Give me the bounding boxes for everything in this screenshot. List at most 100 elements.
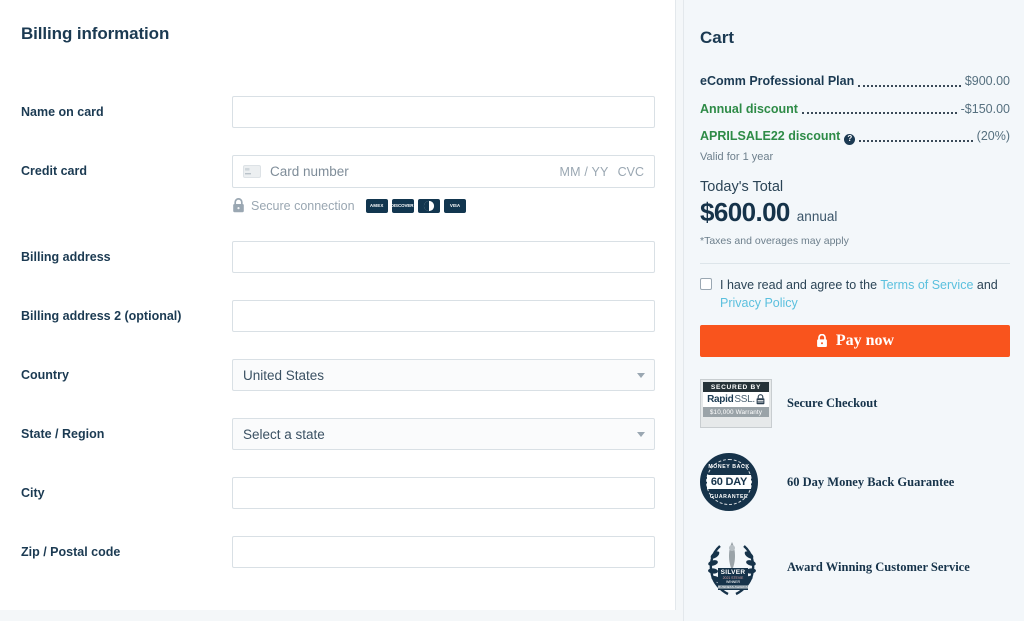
field-name-on-card: Name on card — [0, 96, 676, 128]
list-item: eComm Professional Plan $900.00 — [700, 74, 1010, 90]
stevie-award-icon: SILVER 2021 STEVIE WINNER BUSINESS AWARD… — [700, 536, 764, 598]
label-city: City — [21, 486, 45, 500]
control-billing-address-2 — [232, 300, 655, 332]
state-select[interactable]: Select a state — [232, 418, 655, 450]
list-item: APRILSALE22 discount ? (20%) — [700, 129, 1010, 145]
card-expiry-placeholder: MM / YY — [559, 164, 609, 179]
country-select-value: United States — [232, 359, 655, 391]
control-zip-postal-code — [232, 536, 655, 568]
country-select[interactable]: United States — [232, 359, 655, 391]
card-cvc-placeholder: CVC — [617, 164, 644, 179]
badge-secure-checkout: SECURED BY Rapid SSL. $10,000 Warranty S… — [700, 379, 1010, 429]
card-brand-list: AMEX DISCOVER VISA — [365, 198, 466, 213]
terms-prefix: I have read and agree to the — [720, 277, 881, 292]
line-item-name: Annual discount — [700, 101, 798, 116]
rapidssl-top-text: SECURED BY — [703, 382, 769, 393]
total-period: annual — [796, 208, 838, 224]
credit-card-input[interactable]: Card number MM / YY CVC — [232, 155, 655, 188]
line-item-value: $900.00 — [964, 74, 1010, 88]
terms-text: I have read and agree to the Terms of Se… — [720, 276, 1010, 312]
state-select-value: Select a state — [232, 418, 655, 450]
control-country: United States — [232, 359, 655, 391]
rapidssl-brand-light: SSL. — [734, 394, 755, 406]
line-item-value: -$150.00 — [960, 101, 1010, 116]
chevron-down-icon — [637, 432, 645, 437]
leader-dots — [858, 84, 961, 87]
trust-badges: SECURED BY Rapid SSL. $10,000 Warranty S… — [700, 379, 1010, 598]
line-item-value: (20%) — [976, 129, 1010, 144]
badge-art: SECURED BY Rapid SSL. $10,000 Warranty — [700, 379, 772, 429]
amex-icon-label: AMEX — [369, 202, 384, 209]
billing-address-2-input[interactable] — [232, 300, 655, 332]
badge-art: SILVER 2021 STEVIE WINNER BUSINESS AWARD… — [700, 536, 772, 598]
badge-label: 60 Day Money Back Guarantee — [787, 474, 955, 489]
rapidssl-bottom-text: $10,000 Warranty — [703, 407, 769, 418]
stevie-tier: SILVER — [720, 569, 746, 577]
line-item-name: eComm Professional Plan — [700, 74, 855, 88]
line-item-subtext: Valid for 1 year — [700, 150, 774, 163]
diners-club-icon — [417, 198, 440, 213]
leader-dots — [801, 112, 957, 115]
label-billing-address: Billing address — [21, 250, 111, 264]
visa-icon-label: VISA — [449, 202, 460, 209]
checkout-page: Billing information Name on card Credit … — [0, 0, 1024, 621]
leader-dots — [859, 139, 973, 142]
stevie-plate: SILVER 2021 STEVIE WINNER BUSINESS AWARD… — [718, 568, 748, 591]
lock-icon — [233, 198, 244, 213]
control-state-region: Select a state — [232, 418, 655, 450]
billing-form-panel: Billing information Name on card Credit … — [0, 0, 676, 610]
field-zip-postal-code: Zip / Postal code — [0, 536, 676, 568]
zip-postal-code-input[interactable] — [232, 536, 655, 568]
privacy-policy-link[interactable]: Privacy Policy — [720, 296, 798, 310]
billing-address-input[interactable] — [232, 241, 655, 273]
card-number-placeholder: Card number — [270, 164, 349, 179]
label-country: Country — [21, 368, 69, 382]
rapidssl-icon: SECURED BY Rapid SSL. $10,000 Warranty — [700, 379, 772, 429]
field-country: Country United States — [0, 359, 676, 391]
padlock-icon — [756, 394, 765, 405]
label-name-on-card: Name on card — [21, 105, 104, 119]
page-title: Billing information — [21, 24, 170, 43]
seal-bottom-text: GUARANTEE — [709, 494, 749, 501]
field-billing-address-2: Billing address 2 (optional) — [0, 300, 676, 332]
visa-icon: VISA — [443, 198, 466, 213]
total-amount: $600.00 — [700, 196, 790, 227]
chevron-down-icon — [637, 373, 645, 378]
badge-money-back: MONEY BACK 60 DAY GUARANTEE 60 Day Money… — [700, 453, 1010, 512]
badge-art: MONEY BACK 60 DAY GUARANTEE — [700, 453, 772, 512]
seal-band-text: 60 DAY — [706, 475, 752, 490]
total-label: Today's Total — [700, 178, 784, 195]
field-credit-card: Credit card Card number MM / YY CVC Secu… — [0, 155, 676, 213]
terms-of-service-link[interactable]: Terms of Service — [880, 278, 973, 292]
total-note: *Taxes and overages may apply — [700, 234, 849, 247]
control-credit-card: Card number MM / YY CVC — [232, 155, 655, 188]
terms-middle: and — [973, 277, 998, 292]
cart-panel: Cart eComm Professional Plan $900.00 Ann… — [683, 0, 1024, 621]
stevie-line4: BUSINESS AWARDS — [718, 585, 748, 590]
control-city — [232, 477, 655, 509]
amex-icon: AMEX — [365, 198, 388, 213]
list-item: Annual discount -$150.00 — [700, 102, 1010, 118]
control-name-on-card — [232, 96, 655, 128]
rapidssl-brand-bold: Rapid — [707, 394, 734, 406]
badge-label: Award Winning Customer Service — [787, 559, 970, 574]
pay-now-label: Pay now — [835, 332, 895, 350]
terms-checkbox[interactable] — [700, 277, 712, 290]
seal-top-text: MONEY BACK — [708, 464, 750, 471]
line-item-name: APRILSALE22 discount — [700, 129, 841, 144]
name-on-card-input[interactable] — [232, 96, 655, 128]
field-billing-address: Billing address — [0, 241, 676, 273]
credit-card-icon — [243, 165, 261, 178]
label-billing-address-2: Billing address 2 (optional) — [21, 309, 182, 323]
cart-line-items: eComm Professional Plan $900.00 Annual d… — [700, 74, 1010, 163]
cart-title: Cart — [700, 28, 735, 47]
field-state-region: State / Region Select a state — [0, 418, 676, 450]
city-input[interactable] — [232, 477, 655, 509]
secure-connection-label: Secure connection — [251, 198, 355, 213]
money-back-seal-icon: MONEY BACK 60 DAY GUARANTEE — [700, 453, 758, 512]
rapidssl-brand: Rapid SSL. — [703, 392, 769, 408]
secure-connection-row: Secure connection AMEX DISCOVER VISA — [232, 198, 466, 213]
pay-now-button[interactable]: Pay now — [700, 325, 1010, 358]
field-city: City — [0, 477, 676, 509]
help-icon[interactable]: ? — [844, 133, 856, 145]
